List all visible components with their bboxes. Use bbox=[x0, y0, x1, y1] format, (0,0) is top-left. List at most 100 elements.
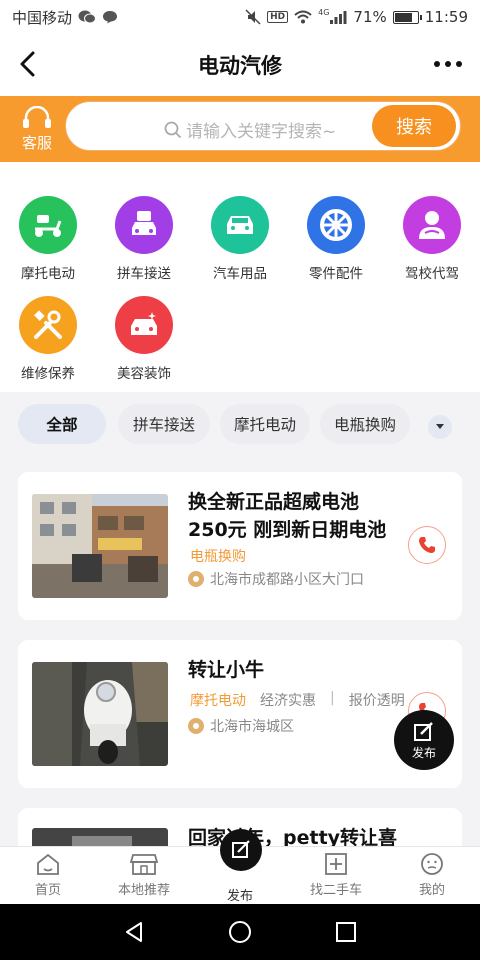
tab-label: 首页 bbox=[34, 883, 61, 898]
tab-local[interactable]: 本地推荐 bbox=[96, 851, 192, 898]
category-label: 驾校代驾 bbox=[405, 266, 459, 282]
publish-tab-button[interactable] bbox=[220, 829, 262, 871]
triangle-back-icon bbox=[126, 922, 142, 942]
phone-icon bbox=[419, 537, 435, 553]
tab-label: 我的 bbox=[418, 883, 445, 898]
plus-box-icon bbox=[325, 853, 347, 875]
location-pin-icon bbox=[188, 718, 204, 734]
carrier-label: 中国移动 bbox=[12, 8, 73, 27]
back-button[interactable] bbox=[12, 48, 44, 80]
car-icon bbox=[211, 196, 269, 254]
listing-card[interactable]: 转让小牛 摩托电动 经济实惠 | 报价透明 北海市海城区 bbox=[18, 640, 462, 788]
search-input[interactable]: 请输入关键字搜索~ bbox=[164, 117, 336, 142]
search-button[interactable]: 搜索 bbox=[372, 105, 456, 147]
listing-photo bbox=[32, 494, 168, 598]
page-title: 电动汽修 bbox=[198, 54, 282, 78]
wechat-icon bbox=[78, 10, 97, 24]
location-pin-icon bbox=[188, 571, 204, 587]
category-repair[interactable]: 维修保养 bbox=[0, 296, 96, 382]
headset-icon bbox=[23, 105, 51, 128]
square-recents-icon bbox=[336, 922, 356, 942]
listing-tag: 报价透明 bbox=[348, 693, 405, 709]
car-wash-icon bbox=[115, 296, 173, 354]
profile-icon bbox=[421, 853, 443, 875]
listing-location-text: 北海市成都路小区大门口 bbox=[210, 572, 364, 588]
message-icon bbox=[102, 10, 118, 24]
category-driving-school[interactable]: 驾校代驾 bbox=[384, 196, 480, 282]
android-recents-button[interactable] bbox=[332, 918, 360, 946]
dot-icon bbox=[434, 61, 440, 67]
category-label: 摩托电动 bbox=[21, 266, 75, 282]
store-icon bbox=[130, 854, 158, 875]
wifi-icon bbox=[294, 10, 312, 24]
listing-tags: 摩托电动 经济实惠 | 报价透明 bbox=[190, 690, 405, 710]
category-label: 维修保养 bbox=[21, 366, 75, 382]
clock: 11:59 bbox=[424, 8, 468, 26]
listing-tag: 电瓶换购 bbox=[190, 549, 246, 565]
filter-row: 全部 拼车接送 摩托电动 电瓶换购 bbox=[0, 400, 480, 450]
listing-location: 北海市海城区 bbox=[188, 716, 294, 736]
listing-title: 转让小牛 bbox=[188, 659, 265, 681]
search-icon bbox=[164, 121, 182, 138]
category-label: 美容装饰 bbox=[117, 366, 171, 382]
category-label: 拼车接送 bbox=[117, 266, 171, 282]
scooter-icon bbox=[19, 196, 77, 254]
filter-chip-all[interactable]: 全部 bbox=[18, 404, 106, 444]
category-parts[interactable]: 零件配件 bbox=[288, 196, 384, 282]
carpool-icon bbox=[115, 196, 173, 254]
category-scooter[interactable]: 摩托电动 bbox=[0, 196, 96, 282]
android-nav-bar bbox=[0, 904, 480, 960]
search-placeholder-text: 请输入关键字搜索~ bbox=[186, 122, 337, 142]
tools-icon bbox=[19, 296, 77, 354]
circle-home-icon bbox=[229, 921, 251, 943]
search-box[interactable]: 请输入关键字搜索~ 搜索 bbox=[66, 102, 460, 150]
chevron-left-icon bbox=[20, 51, 35, 77]
battery-percent: 71% bbox=[353, 8, 387, 26]
tab-profile[interactable]: 我的 bbox=[384, 851, 480, 898]
edit-icon bbox=[414, 721, 433, 741]
nav-bar: 电动汽修 bbox=[0, 34, 480, 96]
tab-label: 本地推荐 bbox=[117, 883, 170, 898]
customer-service-label: 客服 bbox=[21, 133, 52, 152]
status-bar: 中国移动 HD 4G 71% 11:59 bbox=[0, 0, 480, 34]
publish-fab[interactable]: 发布 bbox=[394, 710, 454, 770]
category-car-supplies[interactable]: 汽车用品 bbox=[192, 196, 288, 282]
filter-chip-battery[interactable]: 电瓶换购 bbox=[320, 404, 410, 444]
publish-icon bbox=[232, 840, 250, 858]
android-back-button[interactable] bbox=[120, 918, 148, 946]
tab-used-cars[interactable]: 找二手车 bbox=[288, 851, 384, 898]
battery-icon bbox=[392, 10, 422, 24]
tab-label: 找二手车 bbox=[309, 883, 362, 898]
customer-service-button[interactable]: 客服 bbox=[12, 102, 62, 156]
more-menu-button[interactable] bbox=[428, 48, 468, 80]
search-band: 客服 请输入关键字搜索~ 搜索 bbox=[0, 96, 480, 162]
driver-icon bbox=[403, 196, 461, 254]
listing-tags: 电瓶换购 bbox=[190, 546, 246, 566]
listing-photo bbox=[32, 662, 168, 766]
filter-chip-carpool[interactable]: 拼车接送 bbox=[118, 404, 210, 444]
category-label: 汽车用品 bbox=[213, 266, 267, 282]
filter-chip-scooter[interactable]: 摩托电动 bbox=[220, 404, 310, 444]
category-car-beauty[interactable]: 美容装饰 bbox=[96, 296, 192, 382]
android-home-button[interactable] bbox=[226, 918, 254, 946]
mute-icon bbox=[245, 9, 261, 25]
dot-icon bbox=[456, 61, 462, 67]
caret-down-icon bbox=[436, 424, 444, 429]
tag-separator: | bbox=[330, 690, 335, 706]
call-button[interactable] bbox=[408, 526, 446, 564]
listing-location: 北海市成都路小区大门口 bbox=[188, 569, 364, 589]
publish-fab-label: 发布 bbox=[411, 745, 436, 760]
category-carpool[interactable]: 拼车接送 bbox=[96, 196, 192, 282]
listing-tag: 经济实惠 bbox=[260, 693, 316, 709]
category-panel: 摩托电动 拼车接送 汽车用品 零件配件 驾校代驾 维修保养 美容装饰 bbox=[0, 162, 480, 392]
bottom-tab-bar: 首页 本地推荐 发布 找二手车 我的 bbox=[0, 829, 480, 904]
home-icon bbox=[37, 853, 59, 875]
listing-card[interactable]: 换全新正品超威电池250元 刚到新日期电池 电瓶换购 北海市成都路小区大门口 bbox=[18, 472, 462, 620]
expand-filters-button[interactable] bbox=[428, 415, 452, 439]
dot-icon bbox=[445, 61, 451, 67]
tab-home[interactable]: 首页 bbox=[0, 851, 96, 898]
tab-label: 发布 bbox=[226, 889, 253, 904]
listing-title: 换全新正品超威电池250元 刚到新日期电池 bbox=[188, 491, 387, 541]
listing-location-text: 北海市海城区 bbox=[210, 719, 294, 735]
wheel-icon bbox=[307, 196, 365, 254]
